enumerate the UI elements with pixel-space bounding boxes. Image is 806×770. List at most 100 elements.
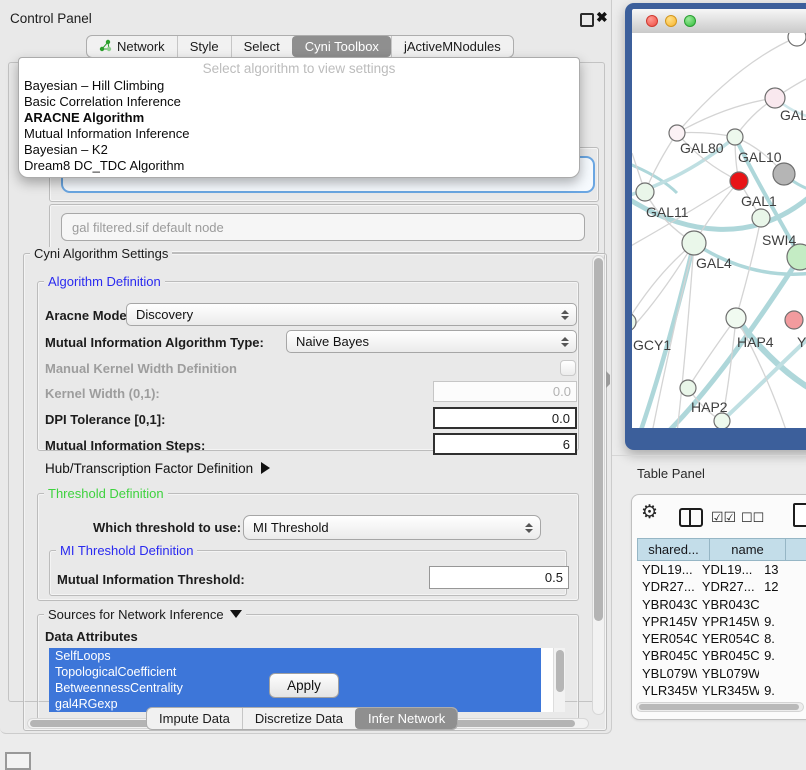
table-cell: YDR27... [637,578,697,595]
mi-steps-field[interactable]: 6 [433,433,577,455]
stepper-icon [561,310,569,320]
apply-button[interactable]: Apply [269,673,339,698]
select-all-icon[interactable]: ☑☑ [711,509,736,526]
table-horizontal-scrollbar[interactable] [636,702,804,712]
hub-transcription-factor-expander[interactable]: Hub/Transcription Factor Definition [45,459,270,477]
table-panel-title: Table Panel [637,466,705,481]
which-threshold-combo[interactable]: MI Threshold [243,515,541,540]
table-cell: YBR043C [697,596,759,613]
tab-select[interactable]: Select [231,36,292,57]
column-header-a[interactable]: A [786,538,806,561]
network-window-titlebar[interactable] [632,9,806,34]
data-attributes-label: Data Attributes [45,629,138,644]
network-node-gal80[interactable] [669,125,685,141]
network-node-gal1[interactable] [752,209,770,227]
table-cell [759,665,806,682]
algorithm-item-bayesian-k2[interactable]: Bayesian – K2 [21,142,577,158]
splitpane-handle[interactable] [606,371,615,388]
algorithm-item-bayesian-hill-climbing[interactable]: Bayesian – Hill Climbing [21,78,577,94]
table-row[interactable]: YER054CYER054C8. [637,630,806,647]
manual-kernel-width-checkbox[interactable] [560,360,576,376]
network-node-red-node[interactable] [730,172,748,190]
table-cell: YPR145W [637,613,697,630]
network-node-gal4[interactable] [682,231,706,255]
scrollbar-thumb[interactable] [556,650,564,692]
minimize-traffic-light-icon[interactable] [665,15,677,27]
network-node-hap2[interactable] [680,380,696,396]
tab-jactivemnodules[interactable]: jActiveMNodules [391,36,513,57]
group-title[interactable]: Sources for Network Inference [44,608,246,621]
table-cell: YBL079W [637,665,697,682]
table-cell: 8. [759,630,806,647]
deselect-all-icon[interactable]: ☐☐ [741,510,764,526]
algorithm-item-dream8-dc-tdc-algorithm[interactable]: Dream8 DC_TDC Algorithm [21,158,577,174]
close-traffic-light-icon[interactable] [646,15,658,27]
column-header-name[interactable]: name [710,538,786,561]
network-node-hap4[interactable] [726,308,746,328]
tab-label: jActiveMNodules [404,39,501,54]
column-header-shared[interactable]: shared... [637,538,710,561]
control-panel-title: Control Panel [10,11,92,26]
table-row[interactable]: YPR145WYPR145W9. [637,613,806,630]
manual-kernel-width-label: Manual Kernel Width Definition [45,361,237,376]
table-row[interactable]: YBR043CYBR043C [637,596,806,613]
collapse-arrow-icon [230,610,242,618]
network-node-gcy1[interactable] [632,313,636,331]
scrollbar-thumb[interactable] [594,258,603,621]
mi-algorithm-type-combo[interactable]: Naive Bayes [286,330,577,353]
algorithm-item-basic-correlation-inference[interactable]: Basic Correlation Inference [21,94,577,110]
table-cell: YBL079W [697,665,759,682]
collapsed-panel-icon[interactable] [5,752,31,770]
table-data-combo[interactable]: gal filtered.sif default node [61,213,585,241]
table-cell: YLR345W [637,682,697,699]
network-node-unlabeled-top[interactable] [788,33,806,46]
network-canvas[interactable]: GALGAL80GAL10GAL1GAL11SWI4GAL4GCY1HAP4YH… [632,33,806,428]
network-node-gal10[interactable] [727,129,743,145]
network-icon [99,39,112,55]
table-row[interactable]: YLR345WYLR345W9. [637,682,806,699]
list-scrollbar[interactable] [553,648,565,712]
kernel-width-field[interactable]: 0.0 [433,381,577,402]
aracne-mode-combo[interactable]: Discovery [126,303,577,326]
tab-style[interactable]: Style [177,36,231,57]
network-node-salmon-node[interactable] [785,311,803,329]
table-row[interactable]: YBL079WYBL079W [637,665,806,682]
zoom-traffic-light-icon[interactable] [684,15,696,27]
table-cell: YBR045C [697,647,759,664]
column-layout-icon[interactable] [679,508,703,527]
table-header: shared...nameA [637,538,806,561]
tab-label: Discretize Data [255,711,343,726]
algorithm-item-mutual-information-inference[interactable]: Mutual Information Inference [21,126,577,142]
network-node-gray-node[interactable] [773,163,795,185]
table-row[interactable]: YDL19...YDL19...13 [637,561,806,578]
tab-impute-data[interactable]: Impute Data [147,708,242,729]
tab-label: Select [244,39,280,54]
settings-vertical-scrollbar[interactable] [592,255,605,715]
tab-infer-network[interactable]: Infer Network [355,708,457,729]
hub-label: Hub/Transcription Factor Definition [45,461,253,476]
kernel-width-label: Kernel Width (0,1): [45,386,160,401]
tab-cyni-toolbox[interactable]: Cyni Toolbox [292,36,391,57]
node-label-y: Y [797,334,806,350]
table-cell: YDL19... [637,561,697,578]
network-node-gal11[interactable] [636,183,654,201]
table-cell: YDL19... [697,561,759,578]
tab-label: Infer Network [368,711,445,726]
gear-icon[interactable]: ⚙ [641,503,658,522]
attribute-item-selfloops[interactable]: SelfLoops [49,648,541,664]
algorithm-item-aracne-algorithm[interactable]: ARACNE Algorithm [21,110,577,126]
table-body: YDL19...YDL19...13YDR27...YDR27...12YBR0… [637,561,806,702]
group-title: MI Threshold Definition [56,544,197,557]
float-window-icon[interactable] [580,13,594,27]
tab-discretize-data[interactable]: Discretize Data [242,708,355,729]
dpi-tolerance-field[interactable]: 0.0 [433,407,577,429]
network-node-gal-cut[interactable] [765,88,785,108]
scrollbar-thumb[interactable] [639,704,799,710]
network-node-bottom-node[interactable] [714,413,730,428]
table-row[interactable]: YBR045CYBR045C9. [637,647,806,664]
mi-threshold-field[interactable]: 0.5 [429,566,569,589]
table-row[interactable]: YDR27...YDR27...12 [637,578,806,595]
new-table-icon[interactable] [793,503,806,527]
close-icon[interactable]: ✖ [596,9,608,26]
tab-network[interactable]: Network [87,36,177,57]
